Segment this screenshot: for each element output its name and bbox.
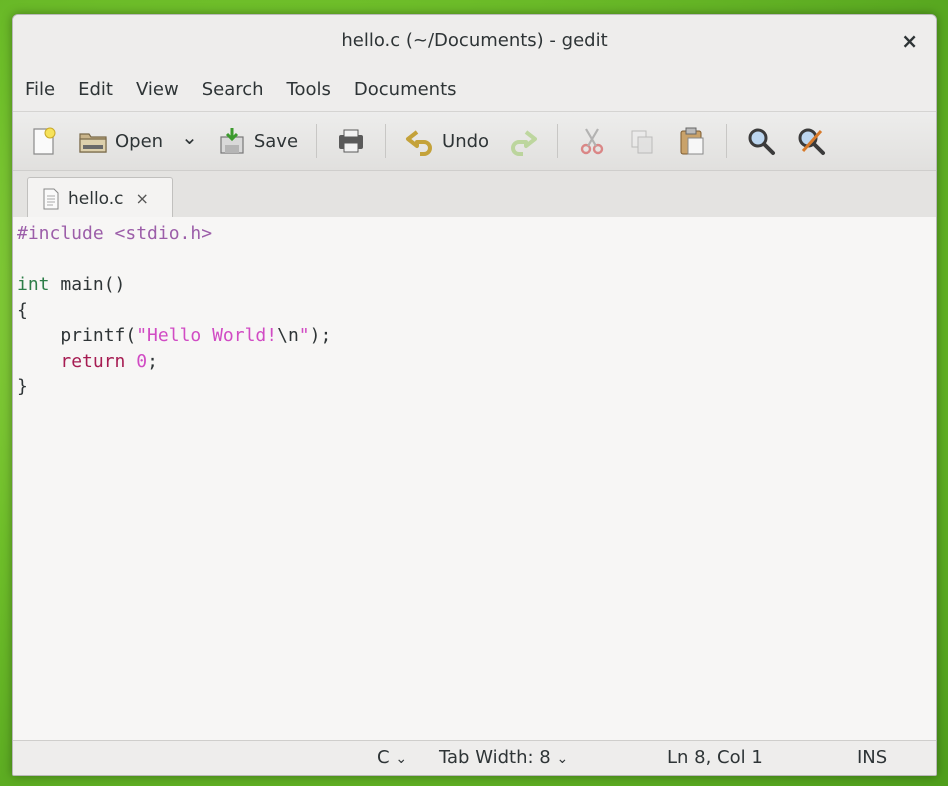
menu-view[interactable]: View [136, 79, 179, 100]
print-button[interactable] [335, 125, 367, 157]
code-token: ; [147, 350, 158, 372]
menu-search[interactable]: Search [202, 79, 264, 100]
code-token: } [17, 376, 28, 397]
cut-icon [580, 128, 604, 155]
code-line[interactable] [17, 247, 936, 273]
open-label: Open [115, 130, 164, 152]
code-token: "Hello World! [136, 325, 278, 346]
code-line[interactable]: printf("Hello World!\n"); [17, 323, 936, 349]
code-token: printf( [17, 325, 137, 346]
tab-close-button[interactable]: × [136, 189, 149, 208]
find-replace-button[interactable] [795, 125, 827, 157]
redo-button[interactable] [507, 125, 539, 157]
menu-documents[interactable]: Documents [354, 79, 457, 100]
code-line[interactable]: return 0; [17, 349, 936, 375]
status-bar: C ⌄ Tab Width: 8 ⌄ Ln 8, Col 1 INS [13, 740, 936, 775]
code-token: ); [309, 325, 332, 346]
code-token: return [60, 350, 126, 372]
language-label: C [377, 747, 390, 768]
code-token: { [17, 299, 28, 321]
gedit-window: hello.c (~/Documents) - gedit × File Edi… [12, 14, 937, 776]
tab-width-label: Tab Width: 8 [439, 747, 551, 768]
paste-button[interactable] [676, 125, 708, 157]
tab-label: hello.c [68, 188, 124, 209]
toolbar-separator [557, 124, 559, 158]
find-button[interactable] [745, 125, 777, 157]
paste-icon [680, 127, 704, 155]
code-line[interactable]: #include <stdio.h> [17, 221, 936, 247]
chevron-down-icon: ⌄ [395, 751, 408, 767]
folder-open-icon [79, 133, 107, 153]
menu-tools[interactable]: Tools [287, 79, 331, 100]
toolbar-separator [385, 124, 387, 158]
code-line[interactable]: { [17, 298, 936, 324]
code-token: 0 [136, 350, 148, 372]
insert-mode: INS [857, 747, 888, 768]
text-file-icon [43, 188, 59, 209]
code-token: " [298, 325, 310, 346]
save-button[interactable]: Save [216, 125, 298, 157]
redo-icon [511, 130, 538, 156]
tab-width-selector[interactable]: Tab Width: 8 ⌄ [439, 747, 568, 768]
menu-bar: File Edit View Search Tools Documents [13, 67, 936, 111]
undo-button[interactable]: Undo [404, 125, 489, 157]
code-editor[interactable]: #include <stdio.h> int main(){ printf("He… [13, 217, 936, 741]
search-icon [748, 128, 776, 155]
cut-button[interactable] [576, 125, 608, 157]
new-document-icon [33, 127, 56, 155]
code-token: int [17, 274, 50, 295]
save-icon [220, 128, 244, 154]
toolbar: Open ⌄ Save Undo [13, 111, 936, 171]
find-replace-icon [798, 128, 826, 155]
window-title: hello.c (~/Documents) - gedit [341, 30, 608, 51]
copy-button[interactable] [626, 125, 658, 157]
undo-icon [406, 130, 433, 156]
copy-icon [631, 130, 653, 154]
code-token: #include <stdio.h> [17, 223, 213, 244]
code-token: \n [277, 325, 299, 346]
chevron-down-icon: ⌄ [556, 751, 569, 767]
new-document-button[interactable] [27, 125, 59, 157]
code-line[interactable]: } [17, 374, 936, 400]
code-token: main() [49, 274, 126, 295]
toolbar-separator [316, 124, 318, 158]
title-bar[interactable]: hello.c (~/Documents) - gedit × [13, 15, 936, 67]
toolbar-separator [726, 124, 728, 158]
close-button[interactable]: × [901, 29, 918, 53]
tab-hello-c[interactable]: hello.c × [27, 177, 173, 219]
menu-edit[interactable]: Edit [78, 79, 113, 100]
open-dropdown-button[interactable]: ⌄ [181, 125, 198, 149]
open-button[interactable]: Open ⌄ [77, 125, 198, 157]
menu-file[interactable]: File [25, 79, 55, 100]
cursor-position: Ln 8, Col 1 [667, 747, 763, 768]
save-label: Save [253, 130, 299, 152]
tab-bar: hello.c × [13, 171, 936, 219]
code-line[interactable]: int main() [17, 272, 936, 298]
printer-icon [339, 129, 364, 153]
language-selector[interactable]: C ⌄ [377, 747, 407, 768]
undo-label: Undo [442, 130, 490, 152]
